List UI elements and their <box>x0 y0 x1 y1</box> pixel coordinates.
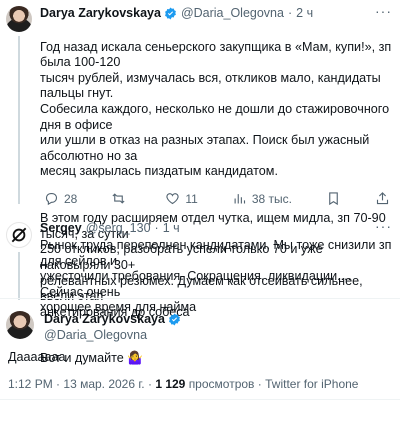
view-count: 38 тыс. <box>251 191 292 206</box>
display-name[interactable]: Sergey <box>40 221 82 235</box>
logo-icon <box>11 227 27 243</box>
tweet-text: Дааааааа <box>8 350 66 364</box>
divider <box>0 399 400 400</box>
separator-dot: · <box>154 221 159 235</box>
tweet-text: Рынок труда переполнен кандидатами. Мы т… <box>40 238 392 315</box>
separator-dot: · <box>257 377 262 391</box>
display-name[interactable]: Darya Zarykovskaya <box>40 6 161 20</box>
separator-dot: · <box>56 377 61 391</box>
tweet-time[interactable]: 1:12 PM <box>8 377 53 391</box>
verified-icon <box>164 7 177 20</box>
reply-count: 28 <box>64 191 78 206</box>
like-count: 11 <box>185 191 198 206</box>
handle[interactable]: @Daria_Olegovna <box>181 6 284 20</box>
share-button[interactable] <box>375 191 390 206</box>
thread-line <box>18 36 20 204</box>
avatar[interactable] <box>6 311 34 339</box>
tweet-actions: 28 11 38 тыс. <box>44 191 390 206</box>
client-name[interactable]: Twitter for iPhone <box>265 377 358 391</box>
tweet-paragraph: Вот и думайте 🤷‍♀️ <box>40 351 143 366</box>
retweet-button[interactable] <box>111 191 131 206</box>
tweet-meta: 1:12 PM · 13 мар. 2026 г. · 1 129 просмо… <box>8 377 358 391</box>
reply-button[interactable]: 28 <box>44 191 77 206</box>
share-icon <box>376 192 389 205</box>
tweet-date[interactable]: 13 мар. 2026 г. <box>63 377 144 391</box>
separator-dot: · <box>147 377 152 391</box>
display-name-row: Darya Zarykovskaya <box>44 312 181 326</box>
handle[interactable]: @serg_130 <box>86 221 151 235</box>
heart-icon <box>166 193 180 205</box>
tweet-header: Darya Zarykovskaya @Daria_Olegovna · 2 ч <box>40 6 313 20</box>
avatar[interactable] <box>6 6 32 32</box>
more-options-icon[interactable]: ··· <box>375 3 392 19</box>
views-button[interactable]: 38 тыс. <box>232 191 292 206</box>
verified-icon <box>168 313 181 326</box>
handle[interactable]: @Daria_Olegovna <box>44 328 147 342</box>
like-button[interactable]: 11 <box>165 191 198 206</box>
views-icon <box>234 194 245 204</box>
tweet-header: Sergey @serg_130 · 1 ч <box>40 221 180 235</box>
timestamp[interactable]: 2 ч <box>296 6 313 20</box>
avatar[interactable] <box>6 222 32 248</box>
bookmark-icon <box>329 192 338 206</box>
views-label: просмотров <box>188 377 255 391</box>
tweet-paragraph: Год назад искала сеньерского закупщика в… <box>40 39 392 179</box>
bookmark-button[interactable] <box>326 191 341 206</box>
thread-line <box>18 252 20 300</box>
timestamp[interactable]: 1 ч <box>163 221 180 235</box>
divider <box>0 298 400 299</box>
reply-icon <box>45 192 58 206</box>
separator-dot: · <box>287 6 293 20</box>
views-count: 1 129 <box>155 377 186 391</box>
more-options-icon[interactable]: ··· <box>375 218 392 234</box>
retweet-icon <box>112 193 125 204</box>
display-name[interactable]: Darya Zarykovskaya <box>44 312 165 326</box>
